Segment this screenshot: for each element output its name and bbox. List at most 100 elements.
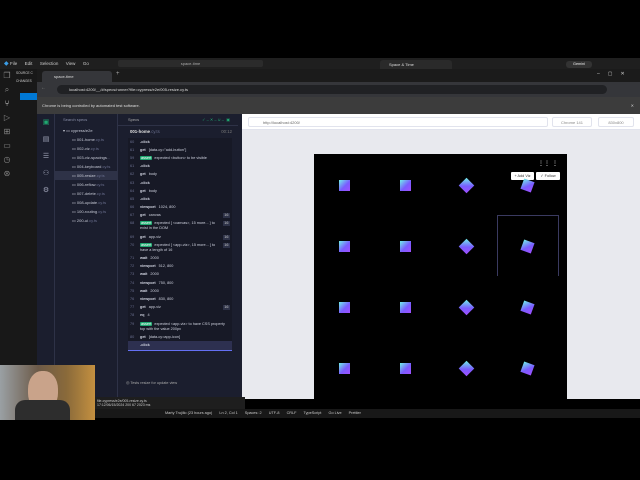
status-prettier[interactable]: Prettier: [349, 411, 361, 415]
status-position[interactable]: Ln 2, Col 1: [219, 411, 237, 415]
command-row[interactable]: 65 -click: [128, 195, 232, 203]
spec-item[interactable]: ▭ 006-reflow.cy.ts: [55, 180, 117, 189]
viz-cube[interactable]: [458, 360, 475, 377]
menu-view[interactable]: View: [66, 61, 76, 66]
browser-tab[interactable]: space-time: [42, 71, 112, 82]
menu-go[interactable]: Go: [83, 61, 89, 66]
viewport-info[interactable]: 830x800: [598, 117, 634, 127]
browser-selector[interactable]: Chrome 141: [552, 117, 592, 127]
status-eol[interactable]: CRLF: [287, 411, 297, 415]
command-row[interactable]: 71 wait 2000: [128, 254, 232, 262]
explorer-icon[interactable]: ❐: [0, 69, 14, 83]
command-row[interactable]: 75 wait 2000: [128, 287, 232, 295]
live-share-icon[interactable]: ⊛: [0, 167, 14, 181]
gemini-button[interactable]: Gemini: [566, 61, 592, 68]
remote-icon[interactable]: ▭: [0, 139, 14, 153]
command-row[interactable]: 79 assert expected <app-viz> to have CSS p…: [128, 320, 232, 333]
viz-cube[interactable]: [339, 302, 350, 313]
spec-item[interactable]: ▭ 001-home.cy.ts: [55, 135, 117, 144]
add-viz-button[interactable]: + Add Viz: [511, 172, 534, 180]
aut-url[interactable]: http://localhost:4200/: [248, 117, 548, 127]
spec-item[interactable]: ▭ 200-ui.cy.ts: [55, 216, 117, 225]
spec-item[interactable]: ▭ 005-resize.cy.ts: [55, 171, 117, 180]
command-row[interactable]: 62 get body: [128, 171, 232, 179]
status-encoding[interactable]: UTF-8: [269, 411, 280, 415]
command-name: get: [140, 334, 146, 339]
settings-icon[interactable]: ⚙: [37, 182, 55, 199]
status-golive[interactable]: Go Live: [328, 411, 341, 415]
commit-button[interactable]: [20, 93, 38, 100]
grid-icon[interactable]: ⋮⋮: [538, 160, 550, 167]
command-row[interactable]: 60 -click: [128, 138, 232, 146]
command-row[interactable]: 61 -click: [128, 163, 232, 171]
command-row[interactable]: 68 assert expected [ <canvas>, 15 more... …: [128, 220, 232, 233]
menu-selection[interactable]: Selection: [40, 61, 59, 66]
element-count: 16: [222, 221, 230, 227]
suite-header[interactable]: 001-home.cy.ts 00:12: [118, 126, 238, 138]
viz-cube[interactable]: [339, 363, 350, 374]
command-row[interactable]: 64 get body: [128, 187, 232, 195]
status-spaces[interactable]: Spaces: 2: [245, 411, 262, 415]
viz-cube[interactable]: [458, 238, 475, 255]
command-row[interactable]: -click: [128, 341, 232, 351]
menu-edit[interactable]: Edit: [25, 61, 33, 66]
command-row[interactable]: 76 viewport 830, 800: [128, 295, 232, 303]
command-row[interactable]: 67 get canvas 16: [128, 212, 232, 220]
other-browser-tab[interactable]: Space & Time: [380, 60, 452, 69]
vscode-command-search[interactable]: space-time: [118, 60, 263, 67]
command-row[interactable]: 69 get app-viz 16: [128, 233, 232, 241]
close-icon[interactable]: ✕: [631, 97, 634, 114]
window-controls[interactable]: –▢✕: [597, 71, 633, 77]
spec-item[interactable]: ▭ 007-delete.cy.ts: [55, 189, 117, 198]
command-number: 65: [130, 196, 135, 201]
command-row[interactable]: 73 wait 2000: [128, 271, 232, 279]
viz-cube[interactable]: [339, 241, 350, 252]
back-icon[interactable]: ←: [41, 85, 46, 91]
command-row[interactable]: 80 get [data-cy=app-icon]: [128, 333, 232, 341]
viz-cube[interactable]: [520, 178, 535, 193]
log-title: Specs: [128, 117, 140, 122]
viz-cube[interactable]: [400, 302, 411, 313]
new-tab-icon[interactable]: +: [116, 71, 120, 77]
viz-cube[interactable]: [400, 180, 411, 191]
viz-canvas[interactable]: + Add Viz ✓ Follow ⋮⋮ ⋮: [314, 154, 567, 399]
status-language[interactable]: TypeScript: [303, 411, 321, 415]
viz-cube[interactable]: [400, 363, 411, 374]
project-icon[interactable]: ▤: [37, 131, 55, 148]
more-icon[interactable]: ⋮: [552, 160, 558, 167]
command-row[interactable]: 66 viewport 1024, 800: [128, 204, 232, 212]
command-name: get: [140, 147, 146, 152]
search-specs-input[interactable]: Search specs: [55, 114, 117, 126]
run-debug-icon[interactable]: ▷: [0, 111, 14, 125]
command-row[interactable]: 63 -click: [128, 179, 232, 187]
viz-cube[interactable]: [458, 177, 475, 194]
viz-cube[interactable]: [400, 241, 411, 252]
specs-icon[interactable]: ☰: [37, 148, 55, 165]
command-row[interactable]: 72 viewport 512, 800: [128, 263, 232, 271]
runs-icon[interactable]: ⚇: [37, 165, 55, 182]
timeline-icon[interactable]: ◷: [0, 153, 14, 167]
address-bar[interactable]: localhost:4200/__/#/specs/runner?file=cy…: [57, 85, 607, 94]
search-icon[interactable]: ⌕: [0, 83, 14, 97]
viz-cube[interactable]: [339, 180, 350, 191]
folder-row[interactable]: ▾ ▭ cypress/e2e: [55, 126, 117, 135]
spec-item[interactable]: ▭ 100-routing.cy.ts: [55, 207, 117, 216]
extensions-icon[interactable]: ⊞: [0, 125, 14, 139]
spec-item[interactable]: ▭ 004-keyboard.cy.ts: [55, 162, 117, 171]
follow-button[interactable]: ✓ Follow: [536, 172, 560, 180]
viz-cube[interactable]: [458, 299, 475, 316]
command-row[interactable]: 77 get app-viz 16: [128, 304, 232, 312]
command-row[interactable]: 59 assert expected <button> to be visible: [128, 154, 232, 162]
status-blame[interactable]: Marty Trujillo (23 hours ago): [165, 411, 212, 415]
menu-file[interactable]: File: [10, 61, 17, 66]
command-row[interactable]: 74 viewport 750, 800: [128, 279, 232, 287]
command-row[interactable]: 70 assert expected [ <app-viz>, 15 more...…: [128, 241, 232, 254]
viz-cube[interactable]: [520, 361, 535, 376]
spec-item[interactable]: ▭ 008-update.cy.ts: [55, 198, 117, 207]
spec-item[interactable]: ▭ 003-viz-spacings...: [55, 153, 117, 162]
source-control-icon[interactable]: ⑂: [0, 97, 14, 111]
command-row[interactable]: 78 eq 4: [128, 312, 232, 320]
viz-cube[interactable]: [520, 300, 535, 315]
spec-item[interactable]: ▭ 002-viz.cy.ts: [55, 144, 117, 153]
command-row[interactable]: 61 get [data-cy="add-button"]: [128, 146, 232, 154]
